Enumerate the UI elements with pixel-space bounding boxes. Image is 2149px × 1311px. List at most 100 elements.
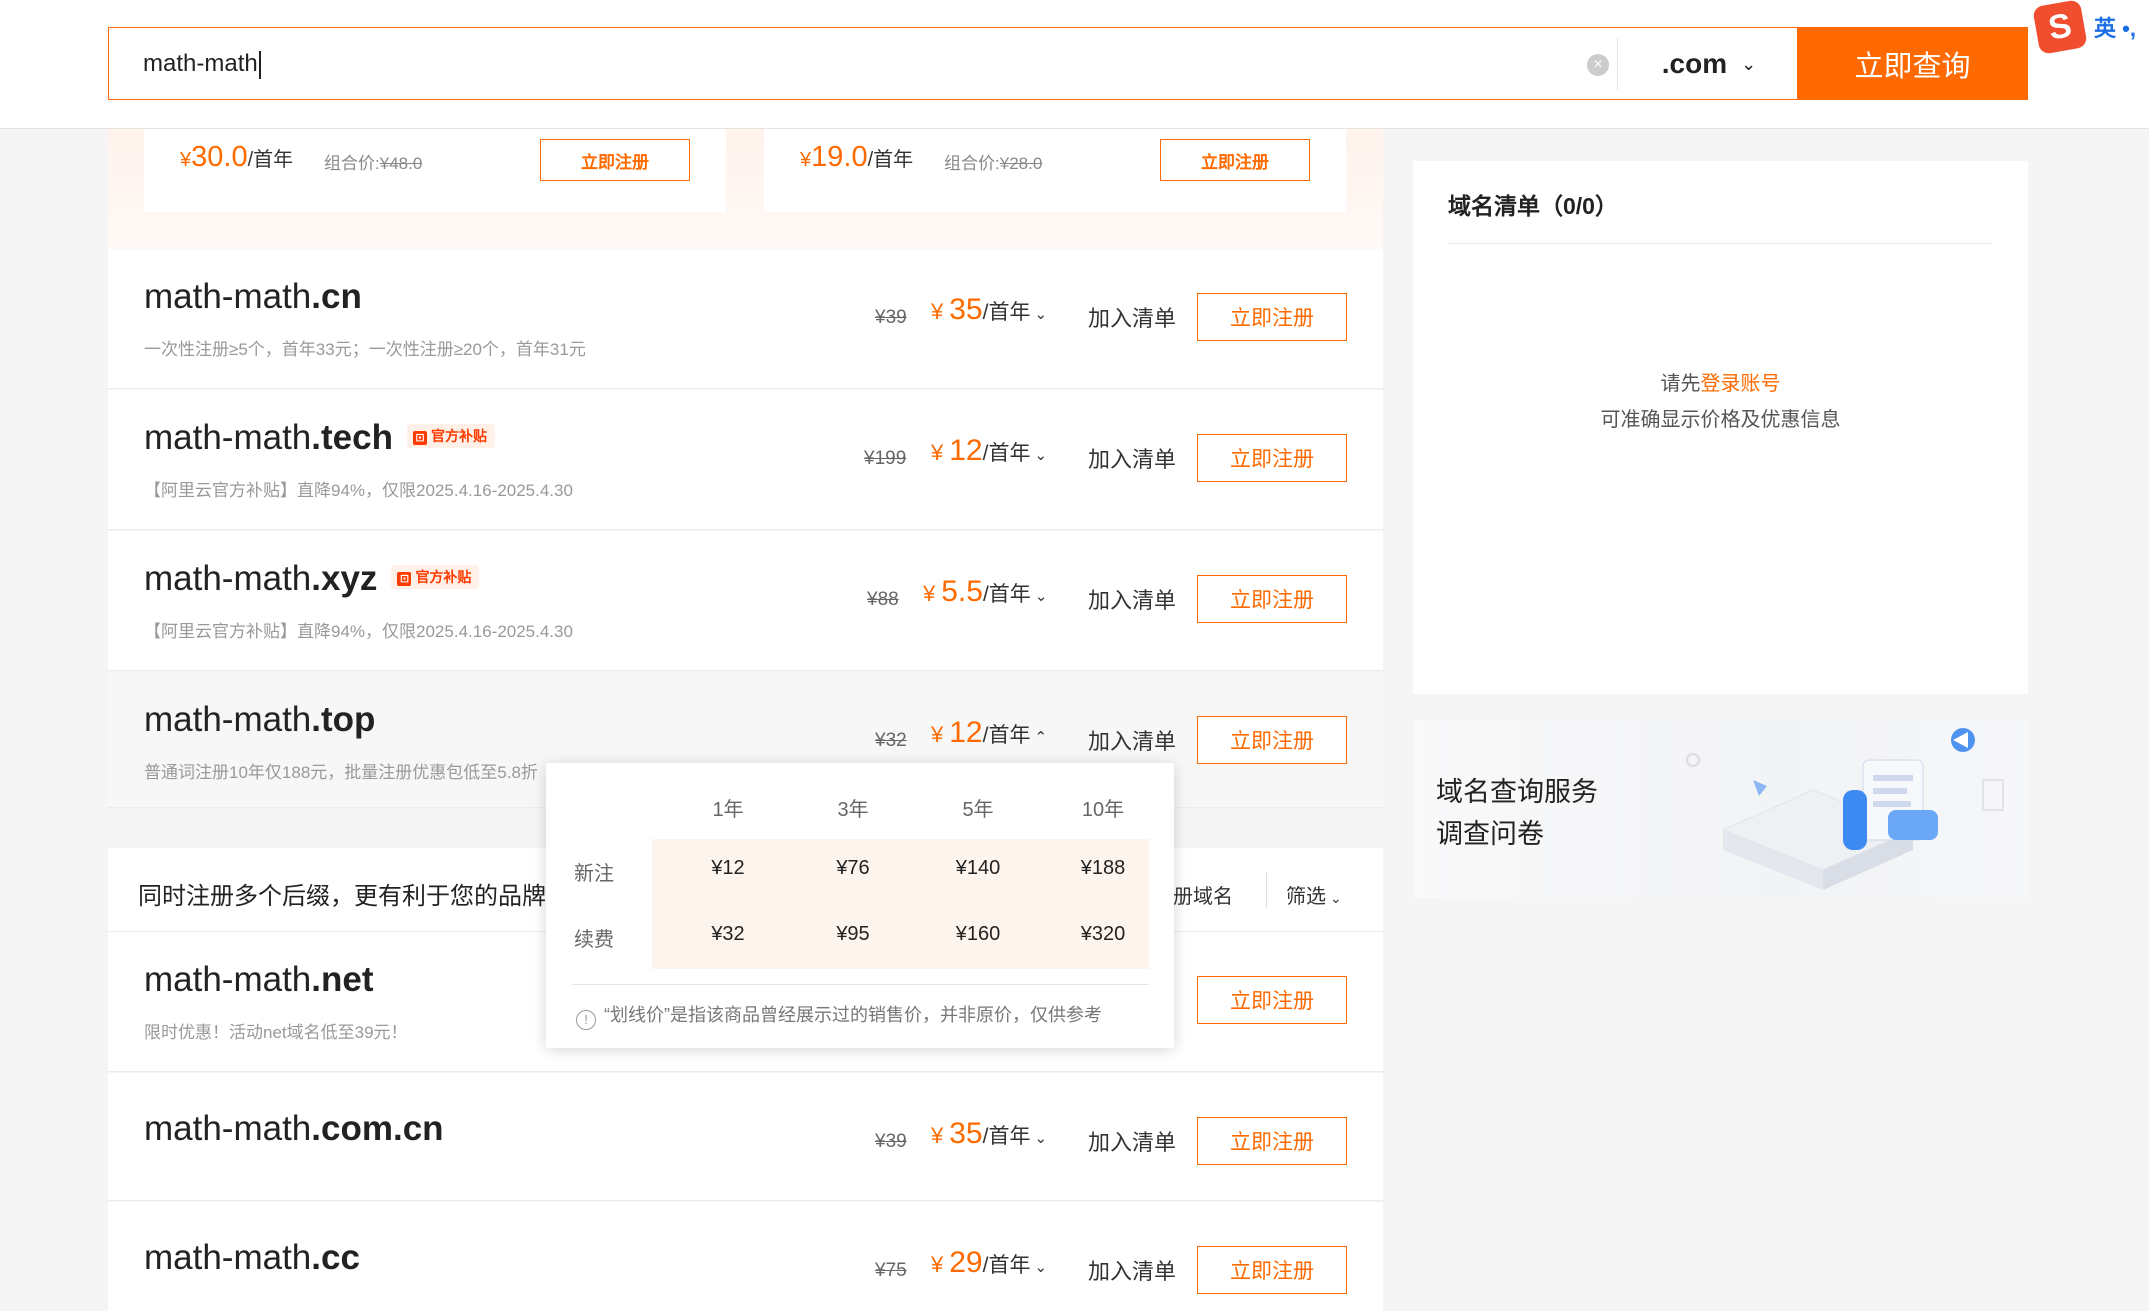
search-box: math-math × .com ⌄ [108, 27, 1799, 100]
domain-desc: 【阿里云官方补贴】直降94%，仅限2025.4.16-2025.4.30 [144, 481, 573, 500]
domain-name: math-math.cc [144, 1238, 360, 1277]
tier-price: ¥140 [955, 857, 1001, 879]
chevron-up-icon: ⌃ [1034, 729, 1048, 746]
survey-illustration-icon [1686, 728, 2004, 890]
domain-name: math-math.top [144, 700, 376, 739]
tld-select[interactable]: .com ⌄ [1617, 38, 1800, 90]
cart-title: 域名清单（0/0） [1448, 193, 1618, 219]
register-button[interactable]: 立即注册 [1197, 716, 1347, 764]
domain-row-tech: math-math.tech ⊡ 官方补贴 【阿里云官方补贴】直降94%，仅限202… [108, 390, 1383, 530]
tier-price: ¥32 [711, 923, 745, 945]
ime-indicator[interactable]: S 英 •, [2032, 0, 2149, 55]
survey-banner[interactable]: 域名查询服务 调查问卷 [1413, 720, 2028, 898]
search-button[interactable]: 立即查询 [1797, 27, 2028, 100]
tier-price: ¥160 [955, 923, 1001, 945]
add-to-list-link[interactable]: 加入清单 [1088, 1125, 1176, 1157]
domain-cart: 域名清单（0/0） 请先登录账号 可准确显示价格及优惠信息 [1413, 161, 2028, 694]
cart-login-message: 请先登录账号 [1660, 373, 1781, 395]
price[interactable]: ¥35/首年 ⌄ [931, 1117, 1047, 1151]
price[interactable]: ¥35/首年 ⌄ [931, 293, 1047, 327]
survey-subtitle: 调查问卷 [1436, 819, 1544, 849]
register-button[interactable]: 立即注册 [1197, 293, 1347, 341]
combo-register-button[interactable]: 立即注册 [540, 139, 690, 181]
combo-card: ¥30.0/首年 组合价:¥48.0 立即注册 [144, 129, 726, 212]
price[interactable]: ¥12/首年 ⌃ [931, 716, 1047, 750]
multi-suffix-title: 同时注册多个后缀，更有利于您的品牌保护 [138, 883, 594, 910]
chevron-down-icon: ⌄ [1330, 890, 1342, 906]
price[interactable]: ¥29/首年 ⌄ [931, 1246, 1047, 1280]
combo-orig-price: 组合价:¥48.0 [324, 154, 423, 173]
subsidy-badge: ⊡ 官方补贴 [391, 564, 480, 589]
register-button[interactable]: 立即注册 [1197, 575, 1347, 623]
original-price: ¥39 [875, 307, 907, 328]
original-price: ¥75 [875, 1260, 907, 1281]
tier-price: ¥76 [836, 857, 870, 879]
tier-header: 5年 [962, 799, 994, 821]
sogou-logo-icon: S [2032, 0, 2088, 55]
cart-login-hint: 可准确显示价格及优惠信息 [1600, 409, 1841, 431]
domain-name: math-math.com.cn [144, 1109, 444, 1148]
ime-mode-label: 英 •, [2094, 16, 2136, 41]
tier-header: 10年 [1081, 799, 1125, 821]
tier-header: 1年 [712, 799, 744, 821]
price[interactable]: ¥12/首年 ⌄ [931, 434, 1047, 468]
price-tier-popup: 1年 3年 5年 10年 新注 续费 ¥12 ¥76 ¥140 ¥188 ¥32… [546, 763, 1174, 1048]
tld-select-value: .com [1661, 48, 1728, 79]
clear-icon[interactable]: × [1587, 54, 1609, 76]
divider [1266, 872, 1267, 908]
domain-desc: 普通词注册10年仅188元，批量注册优惠包低至5.8折 [144, 763, 538, 782]
tier-price: ¥12 [711, 857, 745, 879]
search-input[interactable]: math-math [143, 46, 261, 82]
domain-desc: 【阿里云官方补贴】直降94%，仅限2025.4.16-2025.4.30 [144, 622, 573, 641]
combo-promo: ¥30.0/首年 组合价:¥48.0 立即注册 ¥19.0/首年 组合价:¥28… [108, 129, 1383, 249]
info-icon: ! [576, 1010, 596, 1030]
chevron-down-icon: ⌄ [1034, 588, 1048, 605]
combo-orig-price: 组合价:¥28.0 [944, 154, 1043, 173]
divider [572, 984, 1149, 985]
combo-price: ¥30.0/首年 [180, 141, 294, 173]
tier-header: 3年 [837, 799, 869, 821]
domain-name: math-math.xyz ⊡ 官方补贴 [144, 559, 480, 599]
add-to-list-link[interactable]: 加入清单 [1088, 724, 1176, 756]
domain-desc: 限时优惠！活动net域名低至39元！ [144, 1023, 408, 1042]
chevron-down-icon: ⌄ [1034, 447, 1048, 464]
chevron-down-icon: ⌄ [1034, 1130, 1048, 1147]
text-cursor [258, 50, 261, 79]
add-to-list-link[interactable]: 加入清单 [1088, 301, 1176, 333]
domain-name: math-math.net [144, 960, 374, 999]
combo-price: ¥19.0/首年 [800, 141, 914, 173]
domain-desc: 一次性注册≥5个，首年33元；一次性注册≥20个，首年31元 [144, 340, 586, 359]
tier-price: ¥188 [1080, 857, 1126, 879]
login-link[interactable]: 登录账号 [1701, 373, 1781, 395]
domain-row-cn: math-math.cn 一次性注册≥5个，首年33元；一次性注册≥20个，首年… [108, 249, 1383, 389]
tier-price: ¥95 [836, 923, 870, 945]
domain-results: ¥30.0/首年 组合价:¥48.0 立即注册 ¥19.0/首年 组合价:¥28… [108, 129, 1383, 1311]
survey-title: 域名查询服务 [1436, 777, 1598, 807]
domain-row-com-cn: math-math.com.cn ¥39 ¥35/首年 ⌄ 加入清单 立即注册 [108, 1073, 1383, 1201]
price[interactable]: ¥5.5/首年 ⌄ [923, 575, 1047, 609]
register-button[interactable]: 立即注册 [1197, 1246, 1347, 1294]
original-price: ¥39 [875, 1131, 907, 1152]
chevron-down-icon: ⌄ [1034, 306, 1048, 323]
gift-icon: ⊡ [412, 430, 427, 445]
add-to-list-link[interactable]: 加入清单 [1088, 583, 1176, 615]
combo-register-button[interactable]: 立即注册 [1160, 139, 1310, 181]
chevron-down-icon: ⌄ [1034, 1259, 1048, 1276]
divider [1448, 243, 1993, 244]
domain-row-cc: math-math.cc ¥75 ¥29/首年 ⌄ 加入清单 立即注册 [108, 1202, 1383, 1311]
original-price: ¥199 [864, 448, 907, 469]
add-to-list-link[interactable]: 加入清单 [1088, 1254, 1176, 1286]
add-to-list-link[interactable]: 加入清单 [1088, 442, 1176, 474]
filter-dropdown[interactable]: 筛选 ⌄ [1286, 880, 1342, 909]
search-header: math-math × .com ⌄ 立即查询 S 英 •, [0, 0, 2149, 129]
register-button[interactable]: 立即注册 [1197, 1117, 1347, 1165]
subsidy-badge: ⊡ 官方补贴 [406, 423, 495, 448]
bulk-register-link[interactable]: 册域名 [1173, 880, 1233, 909]
tier-price: ¥320 [1080, 923, 1126, 945]
domain-name: math-math.cn [144, 277, 362, 316]
register-button[interactable]: 立即注册 [1197, 434, 1347, 482]
price-note: ! “划线价”是指该商品曾经展示过的销售价，并非原价，仅供参考 [576, 1001, 1102, 1030]
original-price: ¥32 [875, 730, 907, 751]
register-button[interactable]: 立即注册 [1197, 976, 1347, 1024]
row-label-renew: 续费 [574, 929, 614, 951]
